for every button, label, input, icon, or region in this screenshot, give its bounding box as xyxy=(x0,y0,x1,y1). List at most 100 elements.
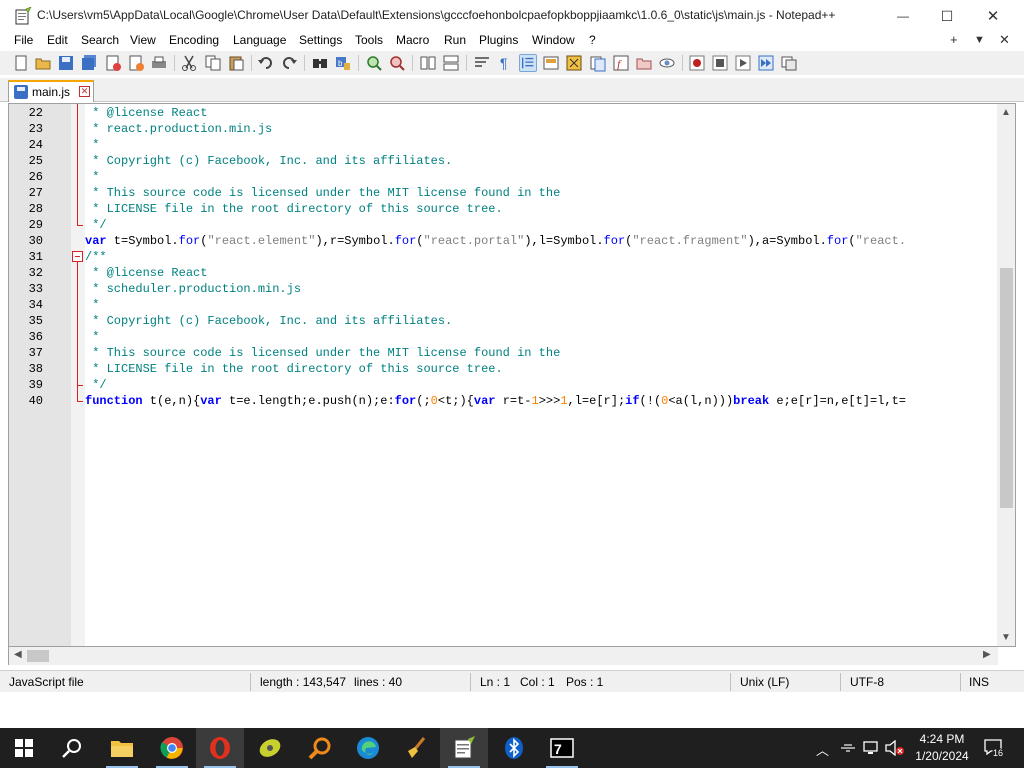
code-line[interactable]: * scheduler.production.min.js xyxy=(85,281,301,297)
code-line[interactable]: * This source code is licensed under the… xyxy=(85,185,560,201)
taskbar-broom-app[interactable] xyxy=(392,728,440,768)
taskbar-bluetooth[interactable] xyxy=(490,728,538,768)
taskbar-chrome[interactable] xyxy=(148,728,196,768)
folder-workspace-icon[interactable] xyxy=(635,54,653,72)
maximize-button[interactable]: ☐ xyxy=(924,0,970,32)
word-wrap-icon[interactable] xyxy=(473,54,491,72)
tray-network-icon[interactable] xyxy=(863,740,881,756)
tab-list-dropdown-button[interactable]: ▼ xyxy=(974,34,985,46)
save-macro-icon[interactable] xyxy=(780,54,798,72)
vertical-scroll-thumb[interactable] xyxy=(1000,268,1013,508)
code-line[interactable]: * LICENSE file in the root directory of … xyxy=(85,201,502,217)
horizontal-scroll-thumb[interactable] xyxy=(27,650,49,662)
code-line[interactable]: */ xyxy=(85,217,106,233)
sync-vertical-icon[interactable] xyxy=(419,54,437,72)
menu-encoding[interactable]: Encoding xyxy=(169,33,219,47)
close-icon[interactable] xyxy=(104,54,122,72)
code-line[interactable]: * react.production.min.js xyxy=(85,121,272,137)
close-tab-button[interactable]: ✕ xyxy=(999,32,1010,48)
code-line[interactable]: * xyxy=(85,137,99,153)
menu-view[interactable]: View xyxy=(130,33,156,47)
scroll-left-icon[interactable]: ◀ xyxy=(14,649,22,660)
horizontal-scrollbar[interactable]: ◀ ▶ xyxy=(8,647,998,665)
code-line[interactable]: * xyxy=(85,329,99,345)
menu-tools[interactable]: Tools xyxy=(355,33,383,47)
taskbar-app-yellow[interactable] xyxy=(246,728,294,768)
code-line[interactable]: * Copyright (c) Facebook, Inc. and its a… xyxy=(85,313,452,329)
code-line[interactable]: * xyxy=(85,169,99,185)
code-line[interactable]: * xyxy=(85,297,99,313)
replace-icon[interactable]: b xyxy=(334,54,352,72)
tray-volume-muted-icon[interactable] xyxy=(885,740,905,756)
redo-icon[interactable] xyxy=(280,54,298,72)
menu-help[interactable]: ? xyxy=(589,33,596,47)
indent-guide-icon[interactable] xyxy=(519,54,537,72)
taskbar-opera[interactable] xyxy=(196,728,244,768)
zoom-in-icon[interactable] xyxy=(365,54,383,72)
taskbar-file-explorer[interactable] xyxy=(98,728,146,768)
code-line[interactable]: * @license React xyxy=(85,105,207,121)
tray-network-adapter-icon[interactable] xyxy=(840,741,856,755)
play-macro-icon[interactable] xyxy=(734,54,752,72)
taskbar-sevenzip[interactable]: 7 xyxy=(538,728,586,768)
cut-icon[interactable] xyxy=(180,54,198,72)
taskbar-notepadpp[interactable] xyxy=(440,728,488,768)
print-icon[interactable] xyxy=(150,54,168,72)
tab-main-js[interactable]: main.js ✕ xyxy=(8,80,94,102)
tray-overflow-chevron-icon[interactable]: ︿ xyxy=(816,740,829,759)
new-file-icon[interactable] xyxy=(12,54,30,72)
status-eol-format[interactable]: Unix (LF) xyxy=(740,675,789,689)
code-line[interactable]: /** xyxy=(85,249,107,265)
save-icon[interactable] xyxy=(57,54,75,72)
fold-margin[interactable] xyxy=(71,104,85,646)
status-insert-mode[interactable]: INS xyxy=(969,675,989,689)
code-line[interactable]: var t=Symbol.for("react.element"),r=Symb… xyxy=(85,233,906,249)
menu-macro[interactable]: Macro xyxy=(396,33,429,47)
fold-toggle-button[interactable] xyxy=(72,251,83,262)
scroll-down-icon[interactable]: ▼ xyxy=(1000,632,1012,643)
menu-language[interactable]: Language xyxy=(233,33,286,47)
close-window-button[interactable]: ✕ xyxy=(970,0,1016,32)
new-tab-plus-button[interactable]: + xyxy=(950,32,958,47)
doc-list-icon[interactable] xyxy=(589,54,607,72)
code-editor[interactable]: 22 23 24 25 26 27 28 29 30 31 32 33 34 35 36 37 38 39 40 *… xyxy=(8,103,1016,647)
paste-icon[interactable] xyxy=(227,54,245,72)
taskbar-search-everything[interactable] xyxy=(296,728,344,768)
menu-search[interactable]: Search xyxy=(81,33,119,47)
tab-close-icon[interactable]: ✕ xyxy=(79,86,90,97)
code-line[interactable]: * This source code is licensed under the… xyxy=(85,345,560,361)
menu-plugins[interactable]: Plugins xyxy=(479,33,518,47)
code-line[interactable]: * LICENSE file in the root directory of … xyxy=(85,361,502,377)
taskbar-clock[interactable]: 4:24 PM 1/20/2024 xyxy=(906,731,978,765)
start-button[interactable] xyxy=(0,728,48,768)
open-file-icon[interactable] xyxy=(34,54,52,72)
zoom-out-icon[interactable] xyxy=(388,54,406,72)
undo-icon[interactable] xyxy=(257,54,275,72)
record-macro-icon[interactable] xyxy=(688,54,706,72)
status-encoding[interactable]: UTF-8 xyxy=(850,675,884,689)
code-line[interactable]: * @license React xyxy=(85,265,207,281)
code-line[interactable]: * Copyright (c) Facebook, Inc. and its a… xyxy=(85,153,452,169)
close-all-icon[interactable] xyxy=(127,54,145,72)
run-macro-multiple-icon[interactable] xyxy=(757,54,775,72)
taskbar-search-button[interactable] xyxy=(48,728,96,768)
udl-icon[interactable] xyxy=(542,54,560,72)
function-list-icon[interactable]: f xyxy=(612,54,630,72)
code-line[interactable]: function t(e,n){var t=e.length;e.push(n)… xyxy=(85,393,906,409)
code-area[interactable]: * @license React * react.production.min.… xyxy=(85,104,997,646)
stop-macro-icon[interactable] xyxy=(711,54,729,72)
scroll-up-icon[interactable]: ▲ xyxy=(1000,107,1012,118)
copy-icon[interactable] xyxy=(204,54,222,72)
menu-settings[interactable]: Settings xyxy=(299,33,342,47)
notification-center-button[interactable]: 16 xyxy=(984,739,1005,758)
sync-horizontal-icon[interactable] xyxy=(442,54,460,72)
save-all-icon[interactable] xyxy=(80,54,98,72)
show-all-chars-icon[interactable]: ¶ xyxy=(496,54,514,72)
menu-edit[interactable]: Edit xyxy=(47,33,68,47)
find-icon[interactable] xyxy=(311,54,329,72)
scroll-right-icon[interactable]: ▶ xyxy=(983,649,991,660)
code-line[interactable]: */ xyxy=(85,377,106,393)
doc-map-icon[interactable] xyxy=(565,54,583,72)
monitoring-icon[interactable] xyxy=(658,54,676,72)
minimize-button[interactable]: — xyxy=(880,0,926,32)
